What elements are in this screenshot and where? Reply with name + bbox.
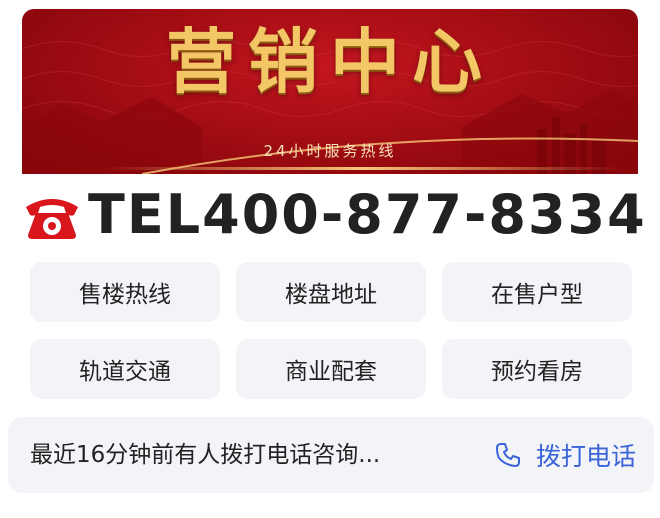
tel-row[interactable]: TEL400-877-8334	[22, 180, 645, 250]
floor-plans-button[interactable]: 在售户型	[442, 262, 632, 322]
sales-hotline-button[interactable]: 售楼热线	[30, 262, 220, 322]
phone-icon	[495, 443, 520, 467]
tel-number: TEL400-877-8334	[88, 183, 647, 246]
book-viewing-button[interactable]: 预约看房	[442, 339, 632, 399]
banner-title: 营销中心	[166, 20, 494, 103]
banner-subtitle: 24小时服务热线	[263, 142, 397, 160]
commercial-facilities-button[interactable]: 商业配套	[236, 339, 426, 399]
property-address-button[interactable]: 楼盘地址	[236, 262, 426, 322]
banner-light-line	[102, 167, 622, 170]
call-button-label: 拨打电话	[535, 442, 636, 471]
banner: 营销中心 24小时服务热线	[22, 9, 638, 174]
recent-call-notice: 最近16分钟前有人拨打电话咨询...	[30, 442, 381, 468]
rail-transit-button[interactable]: 轨道交通	[30, 339, 220, 399]
bottom-call-bar: 最近16分钟前有人拨打电话咨询... 拨打电话	[8, 417, 654, 493]
call-button[interactable]: 拨打电话	[494, 417, 636, 493]
telephone-icon	[26, 199, 78, 239]
